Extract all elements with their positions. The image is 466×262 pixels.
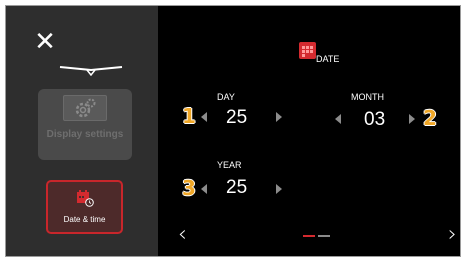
page-indicator-active — [303, 235, 315, 237]
day-badge: 1 — [182, 104, 196, 128]
sidebar: ✕ Display settings Date & time — [6, 6, 158, 256]
month-badge: 2 — [423, 106, 437, 130]
calendar-clock-icon — [77, 190, 94, 207]
day-increment-button[interactable] — [276, 112, 282, 122]
month-label: MONTH — [351, 92, 384, 102]
month-increment-button[interactable] — [409, 114, 415, 124]
year-increment-button[interactable] — [276, 184, 282, 194]
display-settings-label: Display settings — [46, 129, 124, 140]
display-settings-button[interactable]: Display settings — [38, 89, 132, 160]
year-value: 25 — [226, 177, 248, 198]
day-value: 25 — [226, 107, 248, 128]
date-panel: DATE 1 DAY 25 MONTH 03 2 3 YEAR 25 ‹ › — [158, 6, 460, 256]
date-time-label: Date & time — [63, 215, 106, 224]
year-badge: 3 — [182, 176, 196, 200]
chevron-left-icon[interactable]: ‹ — [178, 224, 187, 246]
calendar-icon — [299, 42, 316, 59]
date-time-button[interactable]: Date & time — [46, 180, 123, 234]
month-decrement-button[interactable] — [335, 114, 341, 124]
page-title: DATE — [316, 54, 340, 64]
gear-icon — [63, 95, 107, 121]
chevron-right-icon[interactable]: › — [448, 224, 457, 246]
year-label: YEAR — [217, 160, 242, 170]
scroll-up-indicator-icon — [59, 66, 123, 76]
close-icon[interactable]: ✕ — [34, 29, 56, 55]
day-decrement-button[interactable] — [201, 112, 207, 122]
year-decrement-button[interactable] — [201, 184, 207, 194]
month-value: 03 — [364, 109, 386, 130]
device-screen: ✕ Display settings Date & time DATE 1 DA… — [5, 5, 461, 257]
page-indicator-inactive — [318, 235, 330, 237]
day-label: DAY — [217, 92, 235, 102]
